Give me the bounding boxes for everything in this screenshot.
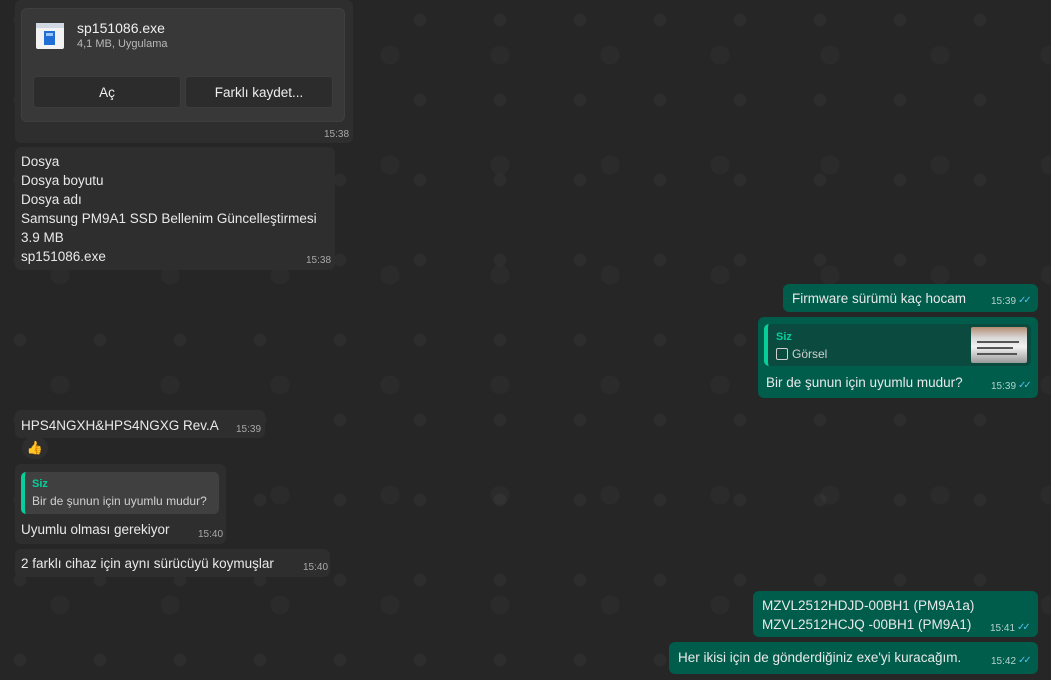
read-ticks-icon: ✓✓ bbox=[1017, 622, 1031, 633]
incoming-message: HPS4NGXH&HPS4NGXG Rev.A 15:39 bbox=[15, 410, 265, 438]
file-message: sp151086.exe 4,1 MB, Uygulama Aç Farklı … bbox=[15, 0, 353, 143]
file-info-message: Dosya Dosya boyutu Dosya adı Samsung PM9… bbox=[15, 147, 335, 270]
message-text: 2 farklı cihaz için aynı sürücüyü koymuş… bbox=[21, 556, 274, 571]
file-meta: 4,1 MB, Uygulama bbox=[77, 38, 168, 50]
outgoing-message: Firmware sürümü kaç hocam 15:39 ✓✓ bbox=[783, 284, 1038, 312]
quoted-message[interactable]: Siz Bir de şunun için uyumlu mudur? bbox=[21, 472, 219, 514]
quoted-image-thumbnail bbox=[971, 327, 1027, 363]
open-button[interactable]: Aç bbox=[33, 76, 181, 108]
message-time: 15:40 bbox=[198, 529, 224, 540]
read-ticks-icon: ✓✓ bbox=[1018, 380, 1032, 391]
message-text: Firmware sürümü kaç hocam bbox=[792, 291, 967, 306]
message-text: Bir de şunun için uyumlu mudur? bbox=[766, 375, 963, 390]
exe-file-icon bbox=[36, 23, 64, 49]
quote-text: Görsel bbox=[792, 347, 828, 361]
read-ticks-icon: ✓✓ bbox=[1018, 655, 1032, 666]
outgoing-message: Her ikisi için de gönderdiğiniz exe'yi k… bbox=[669, 642, 1038, 674]
quote-text: Bir de şunun için uyumlu mudur? bbox=[32, 494, 207, 508]
info-line: sp151086.exe bbox=[21, 249, 106, 264]
image-icon bbox=[776, 348, 788, 360]
message-time: 15:38 bbox=[324, 129, 350, 140]
quoted-message[interactable]: Siz Görsel bbox=[764, 324, 1031, 366]
quote-author: Siz bbox=[32, 478, 48, 490]
message-text: HPS4NGXH&HPS4NGXG Rev.A bbox=[21, 418, 219, 433]
outgoing-reply-message: Siz Görsel Bir de şunun için uyumlu mudu… bbox=[758, 317, 1038, 398]
message-time: 15:42 bbox=[991, 656, 1017, 667]
info-line: Dosya bbox=[21, 154, 60, 169]
info-line: Dosya boyutu bbox=[21, 173, 104, 188]
thumbs-up-icon: 👍 bbox=[26, 440, 44, 455]
message-time: 15:39 bbox=[991, 381, 1017, 392]
outgoing-message: MZVL2512HDJD-00BH1 (PM9A1a) MZVL2512HCJQ… bbox=[753, 591, 1038, 637]
message-time: 15:41 bbox=[990, 623, 1016, 634]
read-ticks-icon: ✓✓ bbox=[1018, 295, 1032, 306]
info-line: Samsung PM9A1 SSD Bellenim Güncelleştirm… bbox=[21, 211, 317, 226]
incoming-message: 2 farklı cihaz için aynı sürücüyü koymuş… bbox=[15, 549, 330, 577]
info-line: 3.9 MB bbox=[21, 230, 64, 245]
save-as-button[interactable]: Farklı kaydet... bbox=[185, 76, 333, 108]
reaction-badge[interactable]: 👍 bbox=[22, 437, 48, 459]
message-text: Her ikisi için de gönderdiğiniz exe'yi k… bbox=[678, 650, 962, 665]
info-line: Dosya adı bbox=[21, 192, 82, 207]
message-line: MZVL2512HCJQ -00BH1 (PM9A1) bbox=[762, 617, 972, 632]
quote-author: Siz bbox=[776, 331, 792, 343]
message-time: 15:40 bbox=[303, 562, 329, 573]
file-name: sp151086.exe bbox=[77, 20, 165, 36]
file-card[interactable]: sp151086.exe 4,1 MB, Uygulama Aç Farklı … bbox=[21, 8, 345, 122]
message-text: Uyumlu olması gerekiyor bbox=[21, 522, 170, 537]
message-time: 15:38 bbox=[306, 255, 332, 266]
message-time: 15:39 bbox=[236, 424, 262, 435]
message-time: 15:39 bbox=[991, 296, 1017, 307]
incoming-reply-message: Siz Bir de şunun için uyumlu mudur? Uyum… bbox=[15, 464, 226, 544]
message-line: MZVL2512HDJD-00BH1 (PM9A1a) bbox=[762, 598, 975, 613]
